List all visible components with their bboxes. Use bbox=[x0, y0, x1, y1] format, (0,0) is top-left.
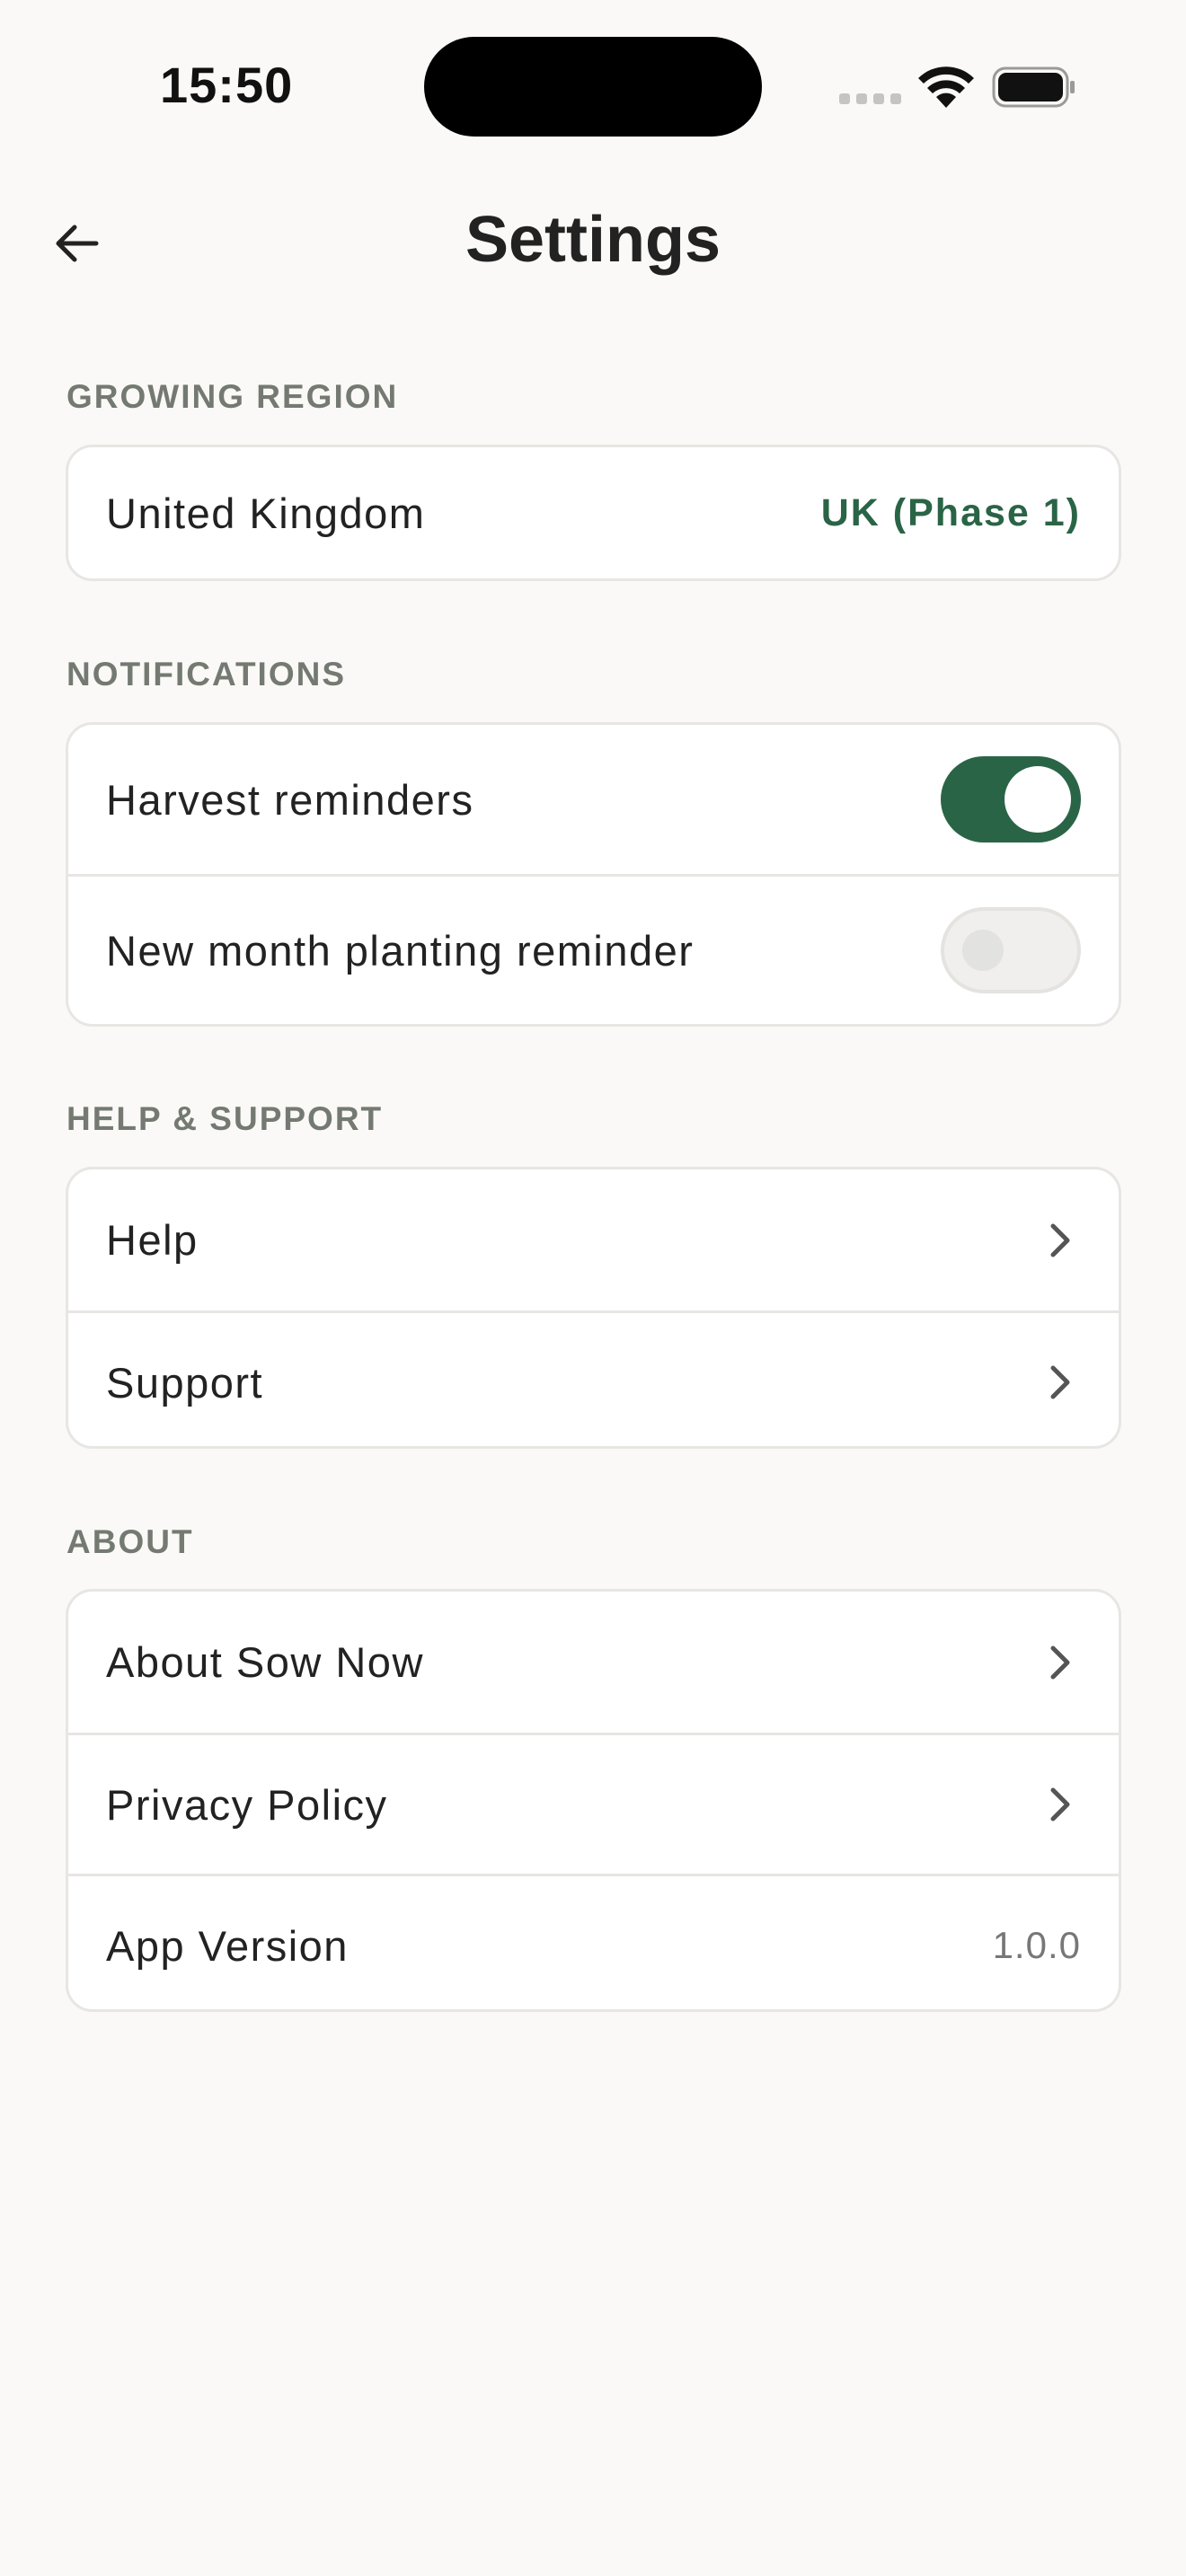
about-sow-now-row[interactable]: About Sow Now bbox=[68, 1592, 1119, 1733]
region-row-label: United Kingdom bbox=[106, 489, 426, 537]
app-version-row: App Version 1.0.0 bbox=[68, 1874, 1119, 2009]
app-version-label: App Version bbox=[106, 1921, 349, 1970]
planting-reminder-toggle[interactable] bbox=[941, 907, 1081, 993]
about-sow-now-label: About Sow Now bbox=[106, 1638, 424, 1686]
privacy-policy-label: Privacy Policy bbox=[106, 1780, 388, 1829]
help-row-label: Help bbox=[106, 1216, 199, 1264]
region-value: UK (Phase 1) bbox=[820, 490, 1081, 534]
cellular-signal-icon bbox=[839, 93, 902, 106]
dynamic-island bbox=[424, 37, 762, 137]
chevron-right-icon bbox=[1041, 1222, 1077, 1258]
page-title: Settings bbox=[465, 204, 721, 276]
status-time: 15:50 bbox=[160, 57, 294, 113]
growing-region-card: United Kingdom UK (Phase 1) bbox=[66, 445, 1121, 581]
chevron-right-icon bbox=[1041, 1364, 1077, 1400]
region-row[interactable]: United Kingdom UK (Phase 1) bbox=[68, 447, 1119, 578]
toggle-knob bbox=[962, 930, 1004, 971]
privacy-policy-row[interactable]: Privacy Policy bbox=[68, 1733, 1119, 1874]
support-row-label: Support bbox=[106, 1358, 264, 1407]
section-label-help-support: HELP & SUPPORT bbox=[66, 1100, 384, 1137]
chevron-right-icon bbox=[1041, 1786, 1077, 1822]
section-label-about: ABOUT bbox=[66, 1523, 194, 1560]
notifications-card: Harvest reminders New month planting rem… bbox=[66, 722, 1121, 1027]
planting-reminder-row: New month planting reminder bbox=[68, 874, 1119, 1024]
app-version-value: 1.0.0 bbox=[992, 1924, 1081, 1966]
help-row[interactable]: Help bbox=[68, 1169, 1119, 1310]
section-label-growing-region: GROWING REGION bbox=[66, 378, 399, 415]
support-row[interactable]: Support bbox=[68, 1310, 1119, 1446]
toggle-knob bbox=[1005, 766, 1071, 833]
planting-reminder-label: New month planting reminder bbox=[106, 926, 695, 975]
status-bar: 15:50 bbox=[0, 0, 1186, 171]
section-label-notifications: NOTIFICATIONS bbox=[66, 656, 347, 693]
harvest-reminders-toggle[interactable] bbox=[941, 756, 1081, 842]
harvest-reminders-row: Harvest reminders bbox=[68, 725, 1119, 874]
help-support-card: Help Support bbox=[66, 1167, 1121, 1449]
battery-icon bbox=[992, 66, 1075, 108]
about-card: About Sow Now Privacy Policy App Version… bbox=[66, 1589, 1121, 2012]
chevron-right-icon bbox=[1041, 1645, 1077, 1681]
harvest-reminders-label: Harvest reminders bbox=[106, 775, 474, 824]
wifi-icon bbox=[918, 66, 974, 108]
